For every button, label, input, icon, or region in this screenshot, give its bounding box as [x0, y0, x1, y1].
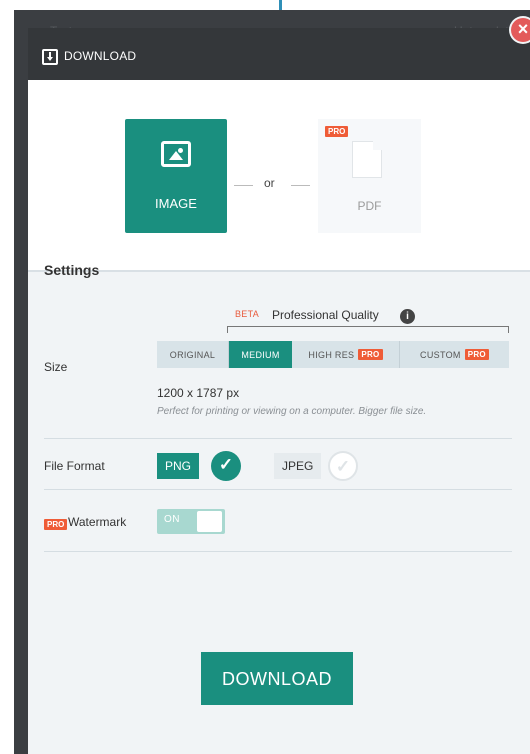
settings-divider [44, 551, 512, 552]
pdf-option[interactable]: PRO PDF [318, 119, 421, 233]
or-divider-right [291, 185, 310, 186]
size-tab-label: ORIGINAL [169, 349, 216, 360]
resolution-note: Perfect for printing or viewing on a com… [157, 406, 427, 417]
image-option[interactable]: IMAGE [125, 119, 227, 233]
size-tabs: ORIGINAL MEDIUM HIGH RES PRO CUSTOM PRO [157, 341, 509, 368]
size-tab-medium[interactable]: MEDIUM [228, 341, 292, 368]
pro-badge: PRO [358, 349, 383, 360]
modal-title: DOWNLOAD [64, 49, 137, 63]
pro-badge: PRO [325, 126, 349, 137]
or-divider-left [234, 185, 253, 186]
size-label: Size [44, 360, 68, 374]
download-button[interactable]: DOWNLOAD [201, 652, 353, 705]
output-type-selector: IMAGE or PRO PDF [28, 80, 530, 272]
download-modal: DOWNLOAD × IMAGE or PRO PDF Settings BET… [28, 18, 530, 754]
pro-badge: PRO [44, 519, 68, 530]
watermark-toggle[interactable]: ON [157, 509, 225, 534]
or-text: or [264, 176, 275, 190]
checkmark-icon[interactable]: ✓ [211, 451, 241, 481]
info-icon[interactable]: i [400, 309, 415, 324]
size-tab-original[interactable]: ORIGINAL [157, 341, 228, 368]
pro-badge: PRO [464, 349, 489, 360]
settings-title: Settings [44, 262, 100, 278]
image-icon [161, 141, 191, 167]
size-tab-label: CUSTOM [420, 349, 461, 360]
pdf-option-label: PDF [357, 199, 382, 213]
watermark-toggle-label: ON [164, 514, 180, 525]
jpeg-format-button[interactable]: JPEG [274, 453, 322, 479]
image-option-label: IMAGE [155, 196, 197, 211]
professional-quality-bracket [227, 326, 509, 333]
watermark-label: Watermark [68, 515, 127, 529]
download-icon [42, 49, 58, 65]
settings-divider [44, 489, 512, 490]
pdf-icon [352, 141, 382, 178]
png-format-button[interactable]: PNG [157, 453, 200, 479]
professional-quality-label: Professional Quality [272, 308, 379, 322]
resolution-value: 1200 x 1787 px [157, 386, 240, 400]
size-tab-custom[interactable]: CUSTOM PRO [399, 341, 509, 368]
size-tab-label: MEDIUM [241, 349, 280, 360]
toggle-knob [197, 511, 222, 532]
close-button[interactable]: × [511, 18, 530, 42]
beta-label: BETA [235, 309, 260, 319]
modal-header: DOWNLOAD [28, 28, 530, 80]
checkmark-icon[interactable]: ✓ [328, 451, 358, 481]
size-tab-label: HIGH RES [308, 349, 355, 360]
size-tab-high-res[interactable]: HIGH RES PRO [292, 341, 399, 368]
settings-divider [44, 438, 512, 439]
file-format-label: File Format [44, 459, 105, 473]
